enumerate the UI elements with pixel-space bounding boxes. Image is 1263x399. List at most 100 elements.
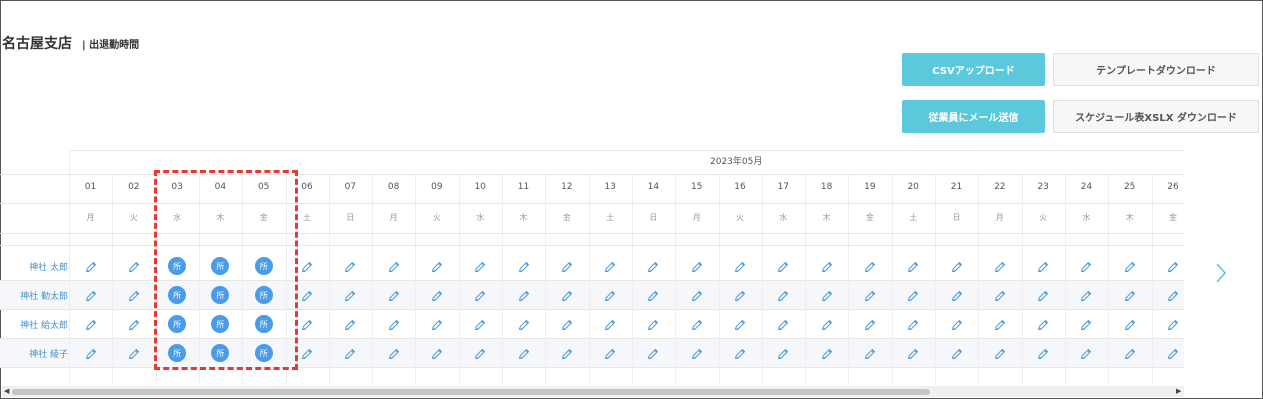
edit-pencil-icon[interactable] <box>387 259 401 273</box>
email-staff-button[interactable]: 従業員にメール送信 <box>902 100 1045 133</box>
employee-name[interactable]: 神社 太郎 <box>0 260 68 273</box>
edit-pencil-icon[interactable] <box>776 259 790 273</box>
edit-pencil-icon[interactable] <box>950 259 964 273</box>
edit-pencil-icon[interactable] <box>820 259 834 273</box>
edit-pencil-icon[interactable] <box>343 346 357 360</box>
chevron-right-icon[interactable] <box>1213 262 1229 284</box>
edit-pencil-icon[interactable] <box>603 346 617 360</box>
edit-pencil-icon[interactable] <box>473 346 487 360</box>
edit-pencil-icon[interactable] <box>646 259 660 273</box>
edit-pencil-icon[interactable] <box>1166 259 1180 273</box>
edit-pencil-icon[interactable] <box>300 317 314 331</box>
edit-pencil-icon[interactable] <box>430 317 444 331</box>
edit-pencil-icon[interactable] <box>300 259 314 273</box>
edit-pencil-icon[interactable] <box>517 288 531 302</box>
edit-pencil-icon[interactable] <box>603 288 617 302</box>
edit-pencil-icon[interactable] <box>733 317 747 331</box>
employee-name[interactable]: 神社 勤太郎 <box>0 289 68 302</box>
edit-pencil-icon[interactable] <box>993 288 1007 302</box>
edit-pencil-icon[interactable] <box>387 288 401 302</box>
edit-pencil-icon[interactable] <box>950 346 964 360</box>
edit-pencil-icon[interactable] <box>733 288 747 302</box>
employee-name[interactable]: 神社 綾子 <box>0 347 68 360</box>
edit-pencil-icon[interactable] <box>820 288 834 302</box>
edit-pencil-icon[interactable] <box>776 288 790 302</box>
edit-pencil-icon[interactable] <box>430 259 444 273</box>
edit-pencil-icon[interactable] <box>560 288 574 302</box>
edit-pencil-icon[interactable] <box>1166 317 1180 331</box>
edit-pencil-icon[interactable] <box>820 317 834 331</box>
edit-pencil-icon[interactable] <box>84 346 98 360</box>
edit-pencil-icon[interactable] <box>127 259 141 273</box>
edit-pencil-icon[interactable] <box>127 317 141 331</box>
edit-pencil-icon[interactable] <box>560 317 574 331</box>
edit-pencil-icon[interactable] <box>1123 288 1137 302</box>
edit-pencil-icon[interactable] <box>127 346 141 360</box>
edit-pencil-icon[interactable] <box>84 317 98 331</box>
edit-pencil-icon[interactable] <box>517 317 531 331</box>
edit-pencil-icon[interactable] <box>1166 288 1180 302</box>
edit-pencil-icon[interactable] <box>343 317 357 331</box>
edit-pencil-icon[interactable] <box>950 317 964 331</box>
edit-pencil-icon[interactable] <box>603 259 617 273</box>
edit-pencil-icon[interactable] <box>776 346 790 360</box>
edit-pencil-icon[interactable] <box>906 346 920 360</box>
edit-pencil-icon[interactable] <box>1166 346 1180 360</box>
edit-pencil-icon[interactable] <box>733 259 747 273</box>
edit-pencil-icon[interactable] <box>690 288 704 302</box>
edit-pencil-icon[interactable] <box>473 259 487 273</box>
edit-pencil-icon[interactable] <box>733 346 747 360</box>
edit-pencil-icon[interactable] <box>127 288 141 302</box>
edit-pencil-icon[interactable] <box>690 317 704 331</box>
edit-pencil-icon[interactable] <box>1036 288 1050 302</box>
edit-pencil-icon[interactable] <box>1123 259 1137 273</box>
edit-pencil-icon[interactable] <box>1079 288 1093 302</box>
edit-pencil-icon[interactable] <box>646 317 660 331</box>
employee-name[interactable]: 神社 給太郎 <box>0 318 68 331</box>
edit-pencil-icon[interactable] <box>1036 346 1050 360</box>
edit-pencil-icon[interactable] <box>993 346 1007 360</box>
edit-pencil-icon[interactable] <box>430 346 444 360</box>
edit-pencil-icon[interactable] <box>517 259 531 273</box>
edit-pencil-icon[interactable] <box>343 259 357 273</box>
edit-pencil-icon[interactable] <box>1123 346 1137 360</box>
scroll-right-icon[interactable]: ▶ <box>1176 387 1181 395</box>
edit-pencil-icon[interactable] <box>1123 317 1137 331</box>
edit-pencil-icon[interactable] <box>993 317 1007 331</box>
scrollbar-thumb[interactable] <box>12 389 930 395</box>
edit-pencil-icon[interactable] <box>690 259 704 273</box>
edit-pencil-icon[interactable] <box>430 288 444 302</box>
edit-pencil-icon[interactable] <box>387 346 401 360</box>
edit-pencil-icon[interactable] <box>1036 259 1050 273</box>
edit-pencil-icon[interactable] <box>993 259 1007 273</box>
edit-pencil-icon[interactable] <box>84 288 98 302</box>
template-download-button[interactable]: テンプレートダウンロード <box>1053 53 1259 86</box>
edit-pencil-icon[interactable] <box>1079 346 1093 360</box>
edit-pencil-icon[interactable] <box>906 259 920 273</box>
scroll-left-icon[interactable]: ◀ <box>4 387 9 395</box>
edit-pencil-icon[interactable] <box>517 346 531 360</box>
edit-pencil-icon[interactable] <box>473 317 487 331</box>
edit-pencil-icon[interactable] <box>560 259 574 273</box>
edit-pencil-icon[interactable] <box>1036 317 1050 331</box>
edit-pencil-icon[interactable] <box>863 346 877 360</box>
edit-pencil-icon[interactable] <box>84 259 98 273</box>
edit-pencil-icon[interactable] <box>863 317 877 331</box>
edit-pencil-icon[interactable] <box>1079 317 1093 331</box>
edit-pencil-icon[interactable] <box>387 317 401 331</box>
edit-pencil-icon[interactable] <box>776 317 790 331</box>
csv-upload-button[interactable]: CSVアップロード <box>902 53 1045 86</box>
edit-pencil-icon[interactable] <box>473 288 487 302</box>
edit-pencil-icon[interactable] <box>343 288 357 302</box>
edit-pencil-icon[interactable] <box>690 346 704 360</box>
edit-pencil-icon[interactable] <box>300 346 314 360</box>
edit-pencil-icon[interactable] <box>603 317 617 331</box>
edit-pencil-icon[interactable] <box>300 288 314 302</box>
edit-pencil-icon[interactable] <box>646 288 660 302</box>
schedule-download-button[interactable]: スケジュール表XSLX ダウンロード <box>1053 100 1259 133</box>
edit-pencil-icon[interactable] <box>560 346 574 360</box>
edit-pencil-icon[interactable] <box>863 288 877 302</box>
edit-pencil-icon[interactable] <box>1079 259 1093 273</box>
edit-pencil-icon[interactable] <box>906 288 920 302</box>
edit-pencil-icon[interactable] <box>646 346 660 360</box>
